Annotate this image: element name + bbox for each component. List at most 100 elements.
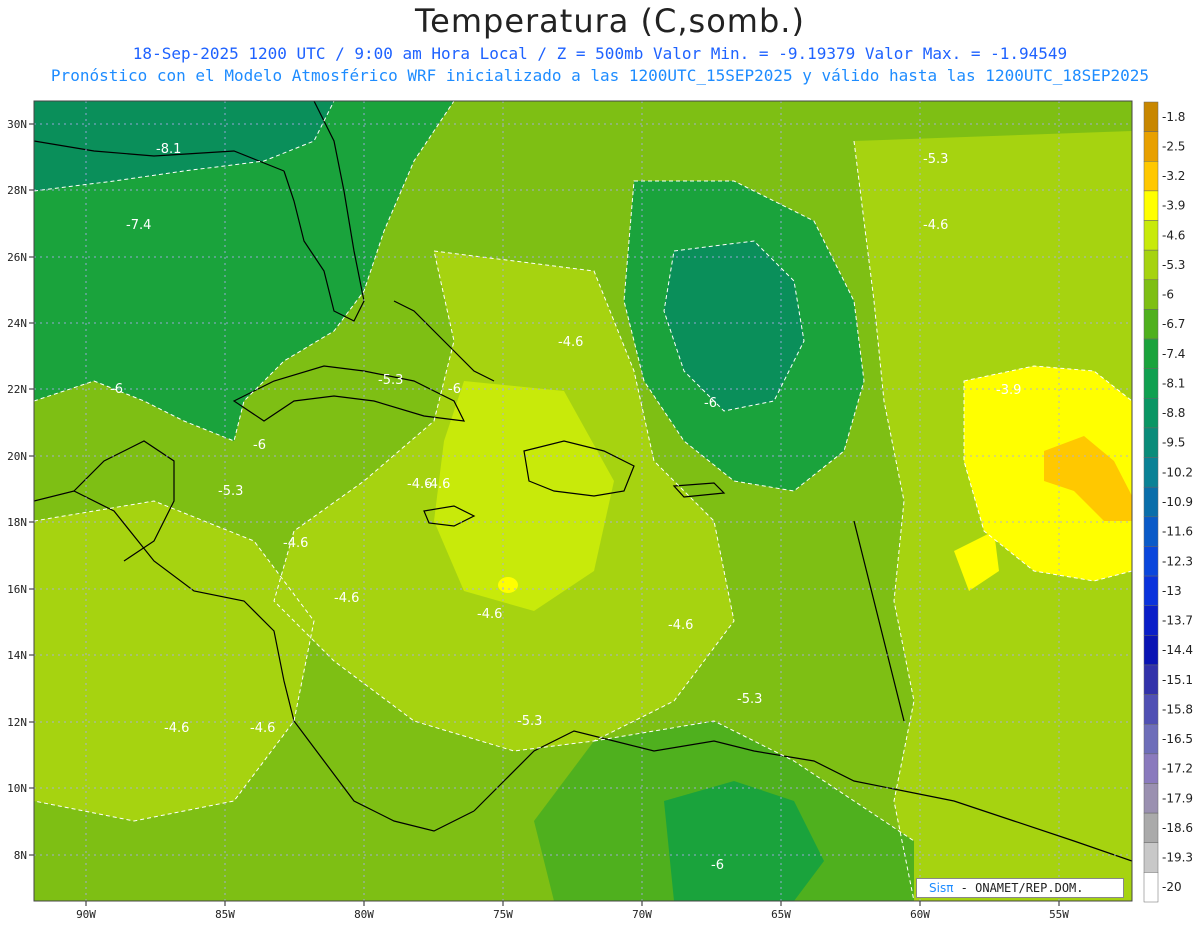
colorbar-label: -10.2 xyxy=(1162,465,1193,479)
contour-label: -5.3 xyxy=(218,484,243,499)
colorbar: -1.8 -2.5 -3.2 -3.9 -4.6 -5.3 -6 -6.7 -7.4 -8.1 -8… xyxy=(1143,101,1193,903)
colorbar-label: -19.3 xyxy=(1162,851,1193,865)
lat-tick-label: 30N xyxy=(7,118,27,131)
colorbar-swatch xyxy=(1143,338,1159,369)
colorbar-swatch xyxy=(1143,190,1159,221)
colorbar-label: -18.6 xyxy=(1162,821,1193,835)
colorbar-label: -20 xyxy=(1162,880,1182,894)
colorbar-swatch xyxy=(1143,220,1159,251)
lon-tick-label: 80W xyxy=(354,908,374,921)
colorbar-label: -6.7 xyxy=(1162,317,1185,331)
lon-tick-label: 70W xyxy=(632,908,652,921)
colorbar-label: -3.9 xyxy=(1162,199,1185,213)
lat-tick-label: 26N xyxy=(7,251,27,264)
colorbar-swatch xyxy=(1143,635,1159,666)
colorbar-label: -4.6 xyxy=(1162,228,1185,242)
lat-tick-label: 12N xyxy=(7,716,27,729)
colorbar-label: -6 xyxy=(1162,288,1174,302)
map-subtitle-model-info: Pronóstico con el Modelo Atmosférico WRF… xyxy=(50,66,1150,85)
colorbar-swatch xyxy=(1143,723,1159,755)
colorbar-swatch xyxy=(1143,516,1159,547)
contour-label: -6 xyxy=(711,858,724,873)
lon-tick-label: 55W xyxy=(1049,908,1069,921)
colorbar-label: -9.5 xyxy=(1162,436,1185,450)
colorbar-swatch xyxy=(1143,279,1159,310)
colorbar-label: -5.3 xyxy=(1162,258,1185,272)
colorbar-label: -13 xyxy=(1162,584,1182,598)
contour-label: -4.6 xyxy=(558,335,583,350)
colorbar-swatch xyxy=(1143,309,1159,340)
colorbar-label: -17.9 xyxy=(1162,791,1193,805)
colorbar-label: -12.3 xyxy=(1162,554,1193,568)
colorbar-swatch xyxy=(1143,605,1159,636)
colorbar-label: -16.5 xyxy=(1162,732,1193,746)
contour-label: -5.3 xyxy=(737,692,762,707)
lat-tick-label: 22N xyxy=(7,383,27,396)
colorbar-swatch xyxy=(1143,161,1159,192)
contour-label: -4.6 xyxy=(923,218,948,233)
sispi-logo: Sisπ xyxy=(929,881,954,895)
contour-label: -6 xyxy=(448,382,461,397)
colorbar-swatch xyxy=(1143,842,1159,873)
colorbar-label: -11.6 xyxy=(1162,525,1193,539)
lon-tick-label: 90W xyxy=(76,908,96,921)
temperature-shading xyxy=(34,101,1132,901)
map-title: Temperatura (C,somb.) xyxy=(415,2,805,40)
lat-tick-label: 10N xyxy=(7,782,27,795)
lon-tick-label: 60W xyxy=(910,908,930,921)
lat-tick-label: 20N xyxy=(7,450,27,463)
colorbar-swatch xyxy=(1143,872,1159,903)
colorbar-swatches xyxy=(1143,101,1159,903)
contour-label: -5.3 xyxy=(923,152,948,167)
warm-spot-central xyxy=(498,577,518,593)
contour-label: -4.6 xyxy=(334,591,359,606)
lat-tick-label: 16N xyxy=(7,583,27,596)
contour-label: -6 xyxy=(110,382,123,397)
lon-tick-label: 85W xyxy=(215,908,235,921)
contour-label: -4.6 xyxy=(668,618,693,633)
colorbar-swatch xyxy=(1143,664,1159,695)
colorbar-swatch xyxy=(1143,753,1159,784)
colorbar-swatch xyxy=(1143,694,1159,725)
contour-label: -4.6 xyxy=(250,721,275,736)
colorbar-swatch xyxy=(1143,486,1159,518)
colorbar-swatch xyxy=(1143,427,1159,458)
colorbar-label: -3.2 xyxy=(1162,169,1185,183)
colorbar-labels: -1.8 -2.5 -3.2 -3.9 -4.6 -5.3 -6 -6.7 -7.4 -8.1 -8… xyxy=(1162,110,1193,894)
temperature-map: -8.1 -7.4 -6 -6 -6 -6 -6 -5.3 -5.3 -5.3 -5.3 -5.3 -4… xyxy=(34,101,1132,901)
contour-label: -4.6 xyxy=(407,477,432,492)
longitude-axis: 90W 85W 80W 75W 70W 65W 60W 55W xyxy=(76,901,1069,921)
contour-label: -7.4 xyxy=(126,218,151,233)
contour-label: -3.9 xyxy=(996,383,1021,398)
colorbar-label: -1.8 xyxy=(1162,110,1185,124)
lat-tick-label: 28N xyxy=(7,184,27,197)
colorbar-swatch xyxy=(1143,131,1159,162)
lat-tick-label: 8N xyxy=(14,849,27,862)
contour-label: -6 xyxy=(253,438,266,453)
contour-label: -5.3 xyxy=(378,373,403,388)
map-subtitle-validity: 18-Sep-2025 1200 UTC / 9:00 am Hora Loca… xyxy=(132,44,1068,63)
contour-label: -8.1 xyxy=(156,142,181,157)
colorbar-swatch xyxy=(1143,546,1159,577)
lon-tick-label: 65W xyxy=(771,908,791,921)
colorbar-swatch xyxy=(1143,575,1159,606)
colorbar-swatch xyxy=(1143,368,1159,399)
lat-tick-label: 14N xyxy=(7,649,27,662)
colorbar-swatch xyxy=(1143,101,1159,132)
contour-label: -4.6 xyxy=(283,536,308,551)
colorbar-swatch xyxy=(1143,812,1159,843)
contour-label: -4.6 xyxy=(477,607,502,622)
colorbar-label: -8.8 xyxy=(1162,406,1185,420)
lat-tick-label: 18N xyxy=(7,516,27,529)
colorbar-label: -10.9 xyxy=(1162,495,1193,509)
lat-tick-label: 24N xyxy=(7,317,27,330)
contour-label: -6 xyxy=(704,396,717,411)
colorbar-swatch xyxy=(1143,783,1159,814)
colorbar-label: -2.5 xyxy=(1162,139,1185,153)
colorbar-label: -13.7 xyxy=(1162,614,1193,628)
colorbar-label: -14.4 xyxy=(1162,643,1193,657)
colorbar-label: -15.1 xyxy=(1162,673,1193,687)
colorbar-label: -8.1 xyxy=(1162,376,1185,390)
colorbar-swatch xyxy=(1143,249,1159,281)
colorbar-label: -7.4 xyxy=(1162,347,1185,361)
